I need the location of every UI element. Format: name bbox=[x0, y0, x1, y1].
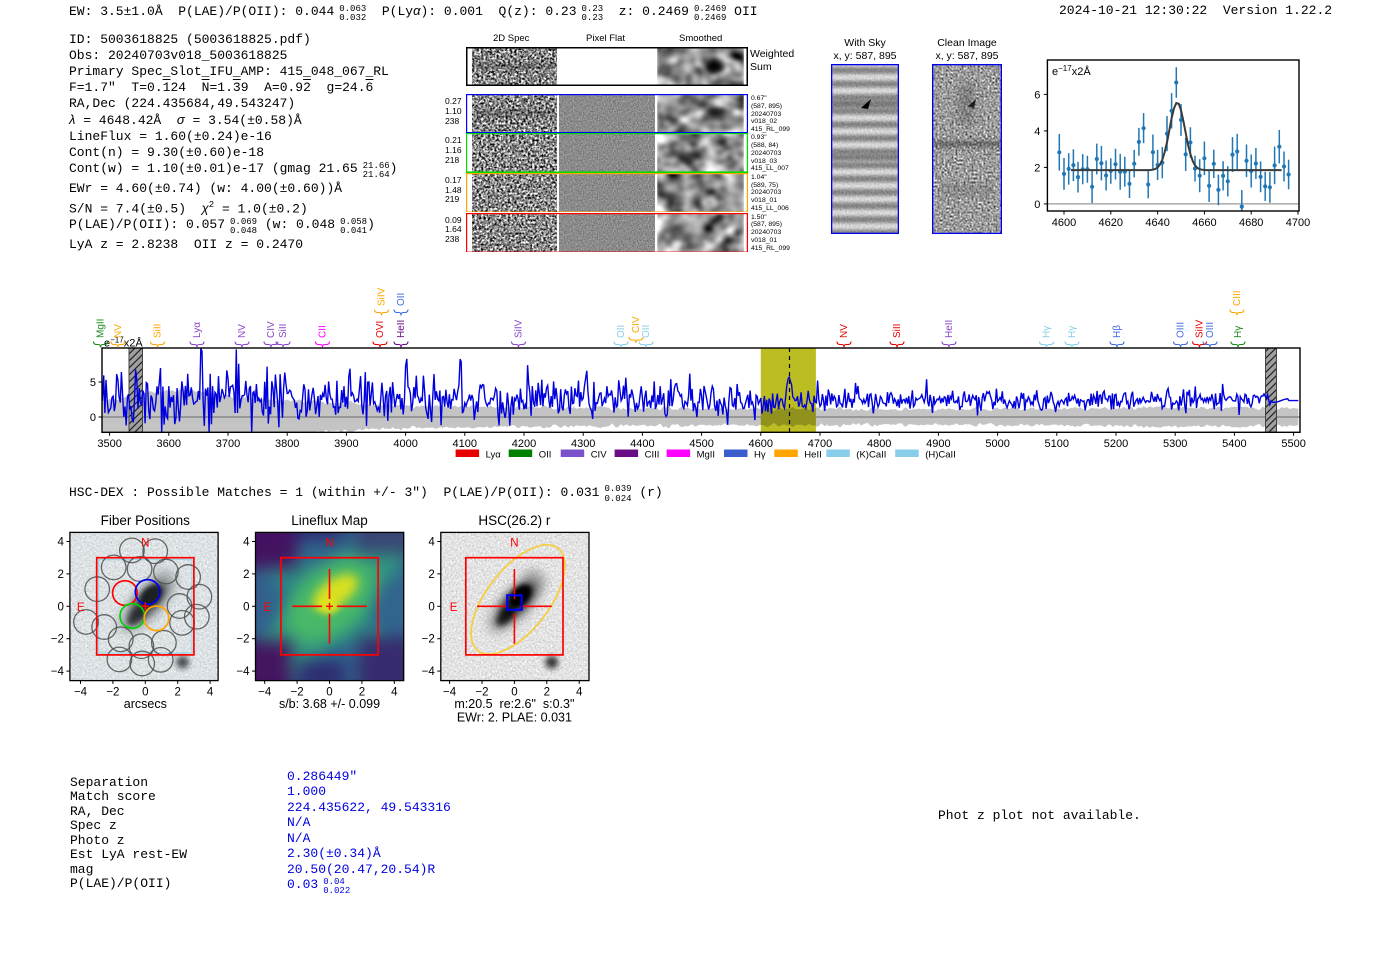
svg-text:0: 0 bbox=[428, 601, 434, 613]
svg-text:4: 4 bbox=[57, 537, 64, 549]
svg-text:2: 2 bbox=[428, 569, 434, 581]
svg-text:−4: −4 bbox=[422, 666, 436, 678]
svg-text:−2: −2 bbox=[236, 634, 249, 646]
svg-text:4: 4 bbox=[428, 537, 435, 549]
svg-text:2: 2 bbox=[243, 569, 249, 581]
svg-text:4: 4 bbox=[576, 687, 583, 699]
svg-text:0: 0 bbox=[57, 601, 63, 613]
svg-text:4: 4 bbox=[207, 687, 214, 699]
svg-text:2: 2 bbox=[57, 569, 63, 581]
svg-text:4: 4 bbox=[391, 687, 398, 699]
svg-text:−2: −2 bbox=[422, 634, 435, 646]
svg-text:N: N bbox=[510, 538, 518, 550]
svg-text:2: 2 bbox=[174, 687, 180, 699]
svg-text:−4: −4 bbox=[236, 666, 250, 678]
svg-text:−4: −4 bbox=[74, 687, 88, 699]
svg-text:−4: −4 bbox=[258, 687, 272, 699]
svg-text:4: 4 bbox=[243, 537, 250, 549]
svg-text:Fiber Positions: Fiber Positions bbox=[101, 513, 191, 528]
svg-text:s/b: 3.68 +/- 0.099: s/b: 3.68 +/- 0.099 bbox=[279, 697, 380, 711]
svg-text:Lineflux Map: Lineflux Map bbox=[291, 513, 368, 528]
svg-text:arcsecs: arcsecs bbox=[124, 697, 167, 711]
svg-text:EWr: 2. PLAE: 0.031: EWr: 2. PLAE: 0.031 bbox=[457, 711, 572, 725]
svg-text:0: 0 bbox=[243, 601, 249, 613]
svg-text:E: E bbox=[264, 602, 272, 614]
svg-text:−2: −2 bbox=[106, 687, 119, 699]
svg-text:N: N bbox=[141, 538, 149, 550]
svg-text:−4: −4 bbox=[51, 666, 65, 678]
svg-text:m:20.5 re:2.6" s:0.3": m:20.5 re:2.6" s:0.3" bbox=[454, 697, 574, 711]
svg-text:E: E bbox=[450, 602, 458, 614]
svg-text:HSC(26.2) r: HSC(26.2) r bbox=[478, 513, 551, 528]
svg-text:−2: −2 bbox=[51, 634, 64, 646]
svg-text:E: E bbox=[77, 602, 85, 614]
svg-text:N: N bbox=[325, 538, 333, 550]
